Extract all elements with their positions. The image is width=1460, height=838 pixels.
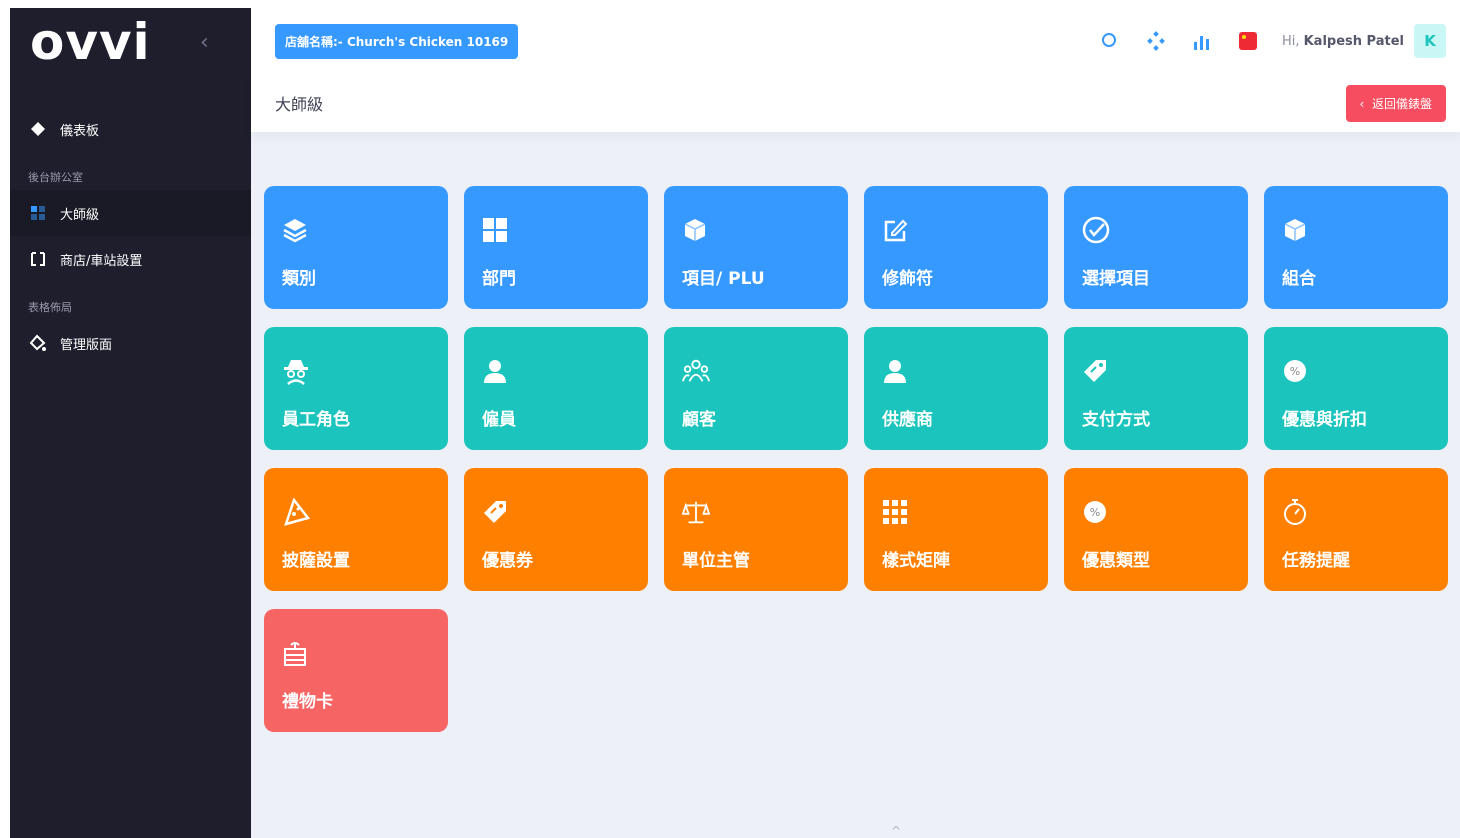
sidebar-item-fill[interactable]: 管理版面 xyxy=(10,320,251,366)
master-tile[interactable]: 顧客 xyxy=(664,327,848,450)
tile-label: 類別 xyxy=(282,269,316,289)
sidebar-item-diamond[interactable]: 儀表板 xyxy=(10,106,251,152)
store-name-button[interactable]: 店舖名稱:- Church's Chicken 10169 xyxy=(275,23,519,59)
stopwatch-icon xyxy=(1282,498,1310,526)
master-tile[interactable]: 員工角色 xyxy=(264,327,448,450)
master-tile[interactable]: 披薩設置 xyxy=(264,468,448,591)
back-button-label: 返回儀錶盤 xyxy=(1371,96,1432,111)
tile-label: 組合 xyxy=(1282,269,1316,289)
subheader: 大師級 ‹ 返回儀錶盤 xyxy=(251,74,1460,132)
tile-label: 選擇項目 xyxy=(1082,269,1150,289)
tile-label: 樣式矩陣 xyxy=(882,551,950,571)
tile-label: 優惠券 xyxy=(482,551,533,571)
tile-label: 任務提醒 xyxy=(1282,551,1350,571)
chevron-up-icon[interactable]: ^ xyxy=(891,824,901,838)
diamond-icon xyxy=(28,119,48,139)
master-tile[interactable]: 優惠券 xyxy=(464,468,648,591)
topbar: 店舖名稱:- Church's Chicken 10169 Hi, Kalpes… xyxy=(251,8,1460,74)
check-circle-icon xyxy=(1082,216,1110,244)
master-tile[interactable]: 部門 xyxy=(464,186,648,309)
grid-icon xyxy=(482,216,510,244)
tag-icon xyxy=(482,498,510,526)
user-name: Kalpesh Patel xyxy=(1303,33,1404,49)
master-tile[interactable]: 任務提醒 xyxy=(1264,468,1448,591)
grid-icon xyxy=(28,203,48,223)
svg-text:%: % xyxy=(1090,506,1100,519)
master-tile[interactable]: 類別 xyxy=(264,186,448,309)
svg-text:%: % xyxy=(1290,365,1300,378)
user-icon xyxy=(482,357,510,385)
user-icon xyxy=(882,357,910,385)
sidebar-section-label: 表格佈局 xyxy=(28,301,72,314)
spy-icon xyxy=(282,357,310,385)
sidebar-item-store[interactable]: 商店/車站設置 xyxy=(10,236,251,282)
master-tile[interactable]: 選擇項目 xyxy=(1064,186,1248,309)
master-tile[interactable]: 樣式矩陣 xyxy=(864,468,1048,591)
topbar-actions: Hi, Kalpesh Patel K xyxy=(1098,24,1446,58)
percent-badge-icon: % xyxy=(1282,357,1310,385)
page-title: 大師級 xyxy=(275,95,324,114)
master-tile[interactable]: 僱員 xyxy=(464,327,648,450)
tile-label: 禮物卡 xyxy=(282,692,333,712)
tile-label: 部門 xyxy=(482,269,516,289)
search-icon[interactable] xyxy=(1098,29,1122,53)
sidebar-item-label: 商店/車站設置 xyxy=(60,253,143,269)
flag-icon[interactable] xyxy=(1236,29,1260,53)
tile-label: 修飾符 xyxy=(882,269,933,289)
tile-label: 優惠與折扣 xyxy=(1282,410,1367,430)
ovvi-logo[interactable]: ovvi xyxy=(30,17,151,67)
tile-label: 支付方式 xyxy=(1082,410,1150,430)
sidebar: ovvi ‹ 儀表板後台辦公室大師級商店/車站設置表格佈局管理版面 xyxy=(10,8,251,838)
store-icon xyxy=(28,249,48,269)
tile-label: 優惠類型 xyxy=(1082,551,1150,571)
tile-label: 披薩設置 xyxy=(282,551,350,571)
tag-icon xyxy=(1082,357,1110,385)
avatar[interactable]: K xyxy=(1414,24,1446,58)
master-tile[interactable]: 供應商 xyxy=(864,327,1048,450)
matrix-icon xyxy=(882,498,910,526)
tile-label: 項目/ PLU xyxy=(682,269,765,289)
user-greeting[interactable]: Hi, Kalpesh Patel xyxy=(1282,34,1404,49)
greeting-prefix: Hi, xyxy=(1281,33,1300,49)
master-tile[interactable]: % 優惠類型 xyxy=(1064,468,1248,591)
gift-icon xyxy=(282,639,310,667)
percent-badge-icon: % xyxy=(1082,498,1110,526)
master-tile[interactable]: 修飾符 xyxy=(864,186,1048,309)
brand: ovvi xyxy=(10,8,251,76)
chevron-left-icon[interactable]: ‹ xyxy=(200,30,209,55)
master-tile[interactable]: 禮物卡 xyxy=(264,609,448,732)
tile-label: 顧客 xyxy=(682,410,716,430)
users-icon xyxy=(682,357,710,385)
app-frame: ovvi ‹ 儀表板 後台辦公室 大師級 商店/車站設置 表格佈局 管理版面 店舖名稱:-… xyxy=(10,8,1460,838)
master-tiles-grid: 類別 部門 項目/ PLU 修飾符 選擇項目 組合 員工角色 僱員 顧客 供應商 支付方式% 優惠與折… xyxy=(264,186,1448,732)
tile-label: 單位主管 xyxy=(682,551,750,571)
box-icon xyxy=(1282,216,1310,244)
back-to-dashboard-button[interactable]: ‹ 返回儀錶盤 xyxy=(1345,84,1446,122)
master-tile[interactable]: 支付方式 xyxy=(1064,327,1248,450)
sidebar-item-grid[interactable]: 大師級 xyxy=(10,190,251,236)
master-tile[interactable]: % 優惠與折扣 xyxy=(1264,327,1448,450)
sidebar-item-label: 大師級 xyxy=(60,207,100,223)
master-tile[interactable]: 項目/ PLU xyxy=(664,186,848,309)
master-tile[interactable]: 組合 xyxy=(1264,186,1448,309)
edit-icon xyxy=(882,216,910,244)
layers-icon xyxy=(282,216,310,244)
box-icon xyxy=(682,216,710,244)
connections-icon[interactable] xyxy=(1144,29,1168,53)
pizza-icon xyxy=(282,498,310,526)
tile-label: 員工角色 xyxy=(282,410,350,430)
sidebar-item-label: 管理版面 xyxy=(60,337,113,353)
sidebar-section-label: 後台辦公室 xyxy=(28,171,83,184)
scale-icon xyxy=(682,498,710,526)
sidebar-item-label: 儀表板 xyxy=(60,123,100,139)
fill-icon xyxy=(28,333,48,353)
sidebar-nav: 儀表板後台辦公室大師級商店/車站設置表格佈局管理版面 xyxy=(10,106,251,366)
tile-label: 供應商 xyxy=(882,410,933,430)
master-tile[interactable]: 單位主管 xyxy=(664,468,848,591)
main-content: 店舖名稱:- Church's Chicken 10169 Hi, Kalpes… xyxy=(251,8,1460,838)
tile-label: 僱員 xyxy=(482,410,516,430)
chart-icon[interactable] xyxy=(1190,29,1214,53)
